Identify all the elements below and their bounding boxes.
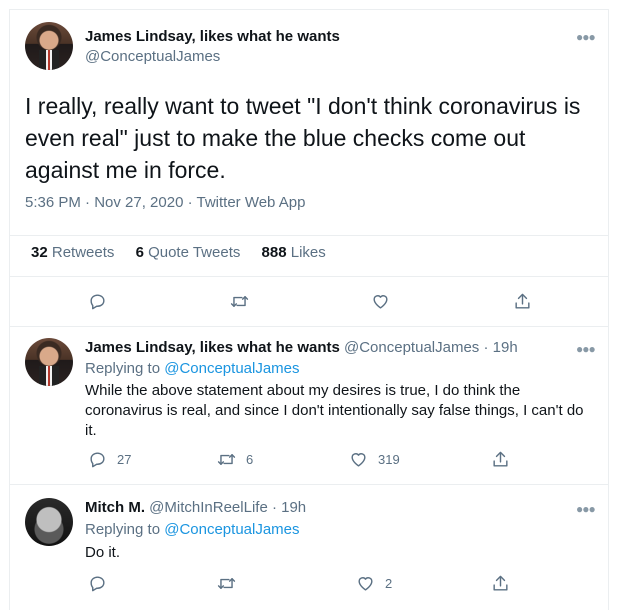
share-button[interactable] bbox=[513, 292, 532, 311]
avatar[interactable] bbox=[25, 22, 73, 70]
author-handle[interactable]: @ConceptualJames bbox=[344, 339, 479, 356]
main-tweet: James Lindsay, likes what he wants @Conc… bbox=[10, 10, 608, 327]
tweet-stats: 32 Retweets 6 Quote Tweets 888 Likes bbox=[31, 244, 326, 261]
heart-icon bbox=[373, 295, 388, 309]
share-button[interactable] bbox=[491, 574, 510, 593]
reply-icon bbox=[90, 576, 105, 592]
author-name-row: James Lindsay, likes what he wants bbox=[85, 28, 340, 45]
divider bbox=[10, 276, 608, 277]
like-button[interactable]: 2 bbox=[356, 574, 392, 593]
share-icon bbox=[515, 293, 530, 309]
reply-tweet[interactable]: Mitch M. @MitchInReelLife · 19h ●●● Repl… bbox=[10, 484, 608, 604]
replying-to-link[interactable]: @ConceptualJames bbox=[164, 521, 299, 538]
retweet-button[interactable] bbox=[217, 574, 236, 593]
replying-to: Replying to @ConceptualJames bbox=[85, 521, 300, 538]
tweet-text: I really, really want to tweet "I don't … bbox=[25, 93, 581, 183]
like-count: 2 bbox=[385, 576, 393, 591]
divider bbox=[10, 235, 608, 236]
share-button[interactable] bbox=[491, 450, 510, 469]
reply-text: While the above statement about my desir… bbox=[85, 382, 584, 439]
retweet-icon bbox=[230, 296, 249, 307]
reply-button[interactable] bbox=[88, 292, 107, 311]
retweets-stat[interactable]: 32 Retweets bbox=[31, 244, 114, 261]
author-handle-row: @ConceptualJames bbox=[85, 48, 220, 65]
replying-to: Replying to @ConceptualJames bbox=[85, 360, 300, 377]
retweet-icon bbox=[217, 578, 236, 589]
tweet-time[interactable]: · 19h bbox=[272, 499, 306, 516]
retweet-button[interactable] bbox=[230, 292, 249, 311]
tweet-thread: James Lindsay, likes what he wants @Conc… bbox=[9, 9, 609, 610]
like-button[interactable] bbox=[371, 292, 390, 311]
likes-stat[interactable]: 888 Likes bbox=[262, 244, 326, 261]
reply-button[interactable]: 27 bbox=[88, 450, 131, 469]
author-name[interactable]: James Lindsay, likes what he wants bbox=[85, 339, 340, 356]
quote-tweets-stat[interactable]: 6 Quote Tweets bbox=[136, 244, 241, 261]
retweet-button[interactable]: 6 bbox=[217, 450, 253, 469]
reply-text: Do it. bbox=[85, 544, 121, 561]
more-icon[interactable]: ●●● bbox=[576, 503, 596, 515]
more-icon[interactable]: ●●● bbox=[576, 343, 596, 355]
share-icon bbox=[493, 451, 508, 467]
avatar[interactable] bbox=[25, 498, 73, 546]
author-name[interactable]: James Lindsay, likes what he wants bbox=[85, 28, 340, 45]
share-icon bbox=[493, 575, 508, 591]
reply-count: 27 bbox=[117, 452, 132, 467]
author-name-row: Mitch M. @MitchInReelLife · 19h bbox=[85, 499, 306, 516]
author-name[interactable]: Mitch M. bbox=[85, 499, 145, 516]
avatar[interactable] bbox=[25, 338, 73, 386]
heart-icon bbox=[358, 577, 373, 591]
tweet-timestamp[interactable]: 5:36 PM · Nov 27, 2020 · Twitter Web App bbox=[25, 194, 305, 211]
replying-to-link[interactable]: @ConceptualJames bbox=[164, 360, 299, 377]
reply-tweet[interactable]: James Lindsay, likes what he wants @Conc… bbox=[10, 326, 608, 484]
heart-icon bbox=[351, 453, 366, 467]
like-count: 319 bbox=[378, 452, 400, 467]
like-button[interactable]: 319 bbox=[349, 450, 400, 469]
reply-button[interactable] bbox=[88, 574, 107, 593]
reply-icon bbox=[90, 452, 105, 468]
retweet-count: 6 bbox=[246, 452, 254, 467]
retweet-icon bbox=[217, 454, 236, 465]
reply-icon bbox=[90, 294, 105, 310]
author-handle[interactable]: @ConceptualJames bbox=[85, 48, 220, 65]
author-name-row: James Lindsay, likes what he wants @Conc… bbox=[85, 339, 518, 356]
more-icon[interactable]: ●●● bbox=[576, 31, 596, 43]
tweet-time[interactable]: · 19h bbox=[483, 339, 517, 356]
author-handle[interactable]: @MitchInReelLife bbox=[149, 499, 268, 516]
